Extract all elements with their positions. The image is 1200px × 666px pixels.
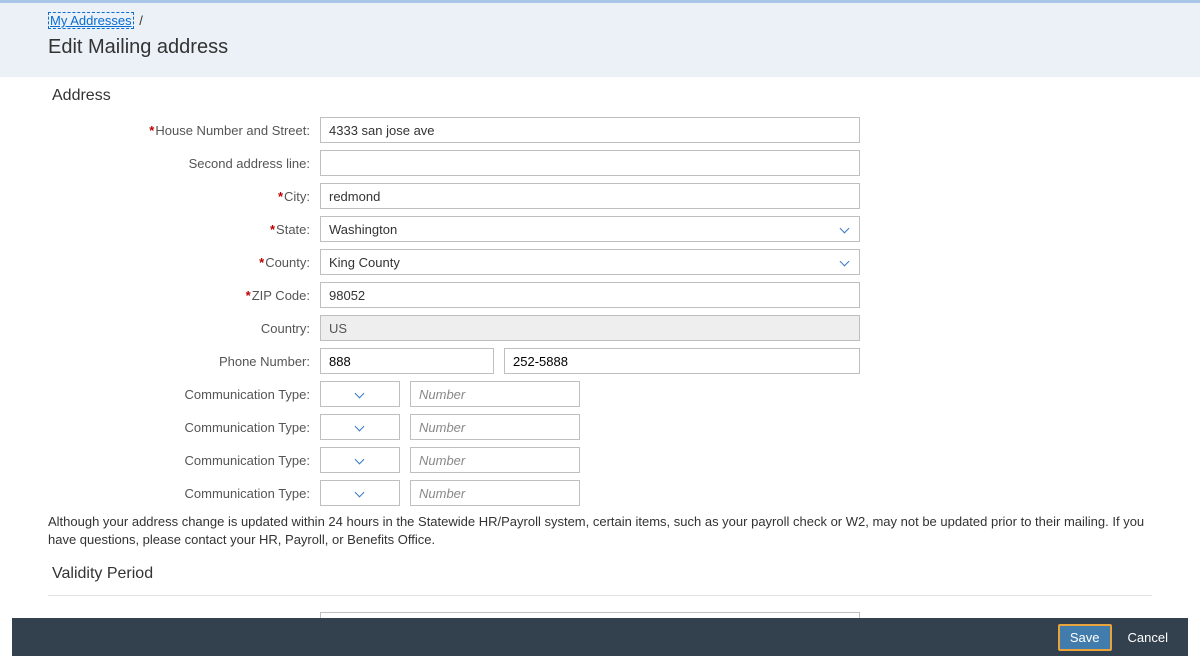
comm-group — [320, 447, 580, 473]
page-title: Edit Mailing address — [48, 36, 1184, 59]
section-title-address: Address — [52, 87, 1152, 105]
input-street[interactable] — [320, 117, 860, 143]
select-comm-type[interactable] — [320, 381, 400, 407]
chevron-down-icon — [839, 223, 851, 235]
section-divider — [48, 595, 1152, 596]
row-comm-type-2: Communication Type: — [48, 414, 1152, 440]
select-county-value: King County — [329, 255, 400, 270]
save-button[interactable]: Save — [1058, 624, 1112, 651]
row-comm-type-1: Communication Type: — [48, 381, 1152, 407]
input-comm-number[interactable] — [410, 480, 580, 506]
label-comm-type: Communication Type: — [48, 486, 320, 501]
select-comm-type[interactable] — [320, 480, 400, 506]
input-comm-number[interactable] — [410, 414, 580, 440]
input-country — [320, 315, 860, 341]
label-comm-type: Communication Type: — [48, 453, 320, 468]
input-phone-area[interactable] — [320, 348, 494, 374]
breadcrumb-separator: / — [139, 13, 143, 28]
chevron-down-icon — [354, 421, 366, 433]
row-comm-type-3: Communication Type: — [48, 447, 1152, 473]
select-state-value: Washington — [329, 222, 397, 237]
phone-group — [320, 348, 860, 374]
row-phone: Phone Number: — [48, 348, 1152, 374]
select-state[interactable]: Washington — [320, 216, 860, 242]
row-country: Country: — [48, 315, 1152, 341]
input-comm-number[interactable] — [410, 447, 580, 473]
row-county: *County: King County — [48, 249, 1152, 275]
header-area: My Addresses / Edit Mailing address — [0, 3, 1200, 77]
row-state: *State: Washington — [48, 216, 1152, 242]
row-zip: *ZIP Code: — [48, 282, 1152, 308]
label-street: *House Number and Street: — [48, 123, 320, 138]
select-comm-type[interactable] — [320, 447, 400, 473]
note-text: Although your address change is updated … — [48, 513, 1152, 549]
chevron-down-icon — [354, 487, 366, 499]
label-city: *City: — [48, 189, 320, 204]
label-zip: *ZIP Code: — [48, 288, 320, 303]
label-country: Country: — [48, 321, 320, 336]
input-comm-number[interactable] — [410, 381, 580, 407]
label-comm-type: Communication Type: — [48, 420, 320, 435]
select-comm-type[interactable] — [320, 414, 400, 440]
comm-group — [320, 480, 580, 506]
chevron-down-icon — [354, 388, 366, 400]
chevron-down-icon — [354, 454, 366, 466]
label-address2: Second address line: — [48, 156, 320, 171]
select-county[interactable]: King County — [320, 249, 860, 275]
breadcrumb-my-addresses[interactable]: My Addresses — [48, 12, 134, 29]
content-area: Address *House Number and Street: Second… — [0, 77, 1200, 628]
footer-bar: Save Cancel — [12, 618, 1188, 656]
row-comm-type-4: Communication Type: — [48, 480, 1152, 506]
label-comm-type: Communication Type: — [48, 387, 320, 402]
input-zip[interactable] — [320, 282, 860, 308]
section-title-validity: Validity Period — [52, 565, 1152, 583]
label-phone: Phone Number: — [48, 354, 320, 369]
row-address2: Second address line: — [48, 150, 1152, 176]
row-city: *City: — [48, 183, 1152, 209]
input-city[interactable] — [320, 183, 860, 209]
row-street: *House Number and Street: — [48, 117, 1152, 143]
input-phone-number[interactable] — [504, 348, 860, 374]
comm-group — [320, 414, 580, 440]
comm-group — [320, 381, 580, 407]
label-state: *State: — [48, 222, 320, 237]
breadcrumb: My Addresses / — [48, 13, 1184, 28]
input-address2[interactable] — [320, 150, 860, 176]
label-county: *County: — [48, 255, 320, 270]
chevron-down-icon — [839, 256, 851, 268]
cancel-button[interactable]: Cancel — [1120, 625, 1176, 650]
